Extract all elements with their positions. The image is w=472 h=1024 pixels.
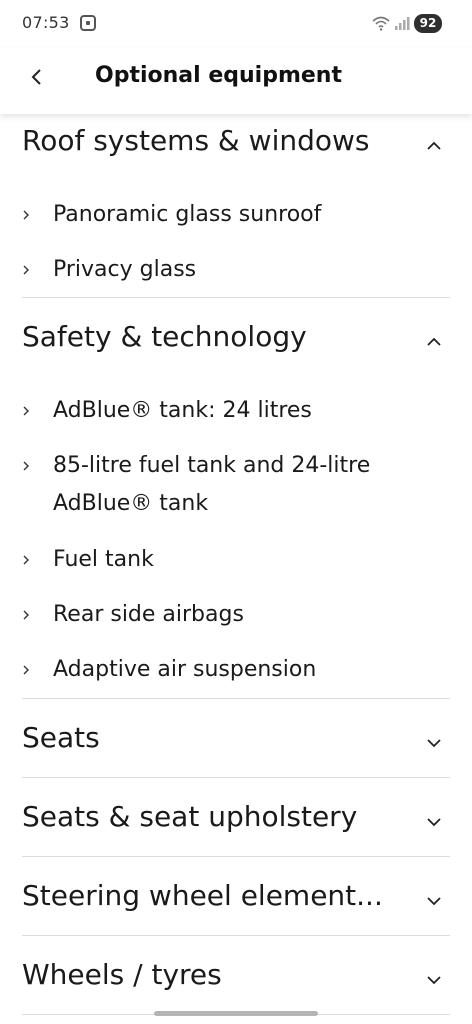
- chevron-right-icon: [23, 406, 29, 416]
- divider: [22, 777, 450, 778]
- wifi-icon: [372, 16, 390, 31]
- section-header-steering-wheel[interactable]: Steering wheel element...: [0, 869, 472, 929]
- divider: [22, 297, 450, 298]
- section-header-seats[interactable]: Seats: [0, 711, 472, 771]
- section-title: Seats: [22, 721, 100, 754]
- chevron-up-icon[interactable]: [420, 132, 448, 160]
- equipment-list[interactable]: Roof systems & windows Panoramic glass s…: [0, 114, 472, 1024]
- chevron-right-icon: [23, 210, 29, 220]
- status-time: 07:53: [22, 13, 70, 32]
- chevron-right-icon: [23, 555, 29, 565]
- chevron-up-icon[interactable]: [420, 328, 448, 356]
- list-item-label: Panoramic glass sunroof: [53, 202, 322, 227]
- section-header-wheels-tyres[interactable]: Wheels / tyres: [0, 948, 472, 1008]
- chevron-right-icon: [23, 610, 29, 620]
- list-item-label: 85-litre fuel tank and 24-litre AdBlue® …: [53, 453, 371, 516]
- screen-record-icon: [80, 15, 96, 31]
- chevron-right-icon: [23, 665, 29, 675]
- chevron-down-icon[interactable]: [420, 966, 448, 994]
- section-title: Wheels / tyres: [22, 958, 222, 991]
- battery-badge: 92: [414, 14, 442, 33]
- list-item-label: Privacy glass: [53, 257, 197, 282]
- divider: [22, 856, 450, 857]
- section-header-roof-systems-windows[interactable]: Roof systems & windows: [0, 114, 472, 174]
- list-item-label: Fuel tank: [53, 547, 154, 572]
- home-indicator[interactable]: [154, 1011, 318, 1016]
- chevron-down-icon[interactable]: [420, 887, 448, 915]
- list-item-label: Adaptive air suspension: [53, 657, 317, 682]
- page-title: Optional equipment: [95, 63, 342, 88]
- back-chevron-icon: [31, 69, 41, 85]
- app-header: Optional equipment: [0, 48, 472, 114]
- divider: [22, 935, 450, 936]
- section-title: Roof systems & windows: [22, 124, 370, 157]
- chevron-right-icon: [23, 265, 29, 275]
- chevron-down-icon[interactable]: [420, 729, 448, 757]
- list-item-label: AdBlue® tank: 24 litres: [53, 398, 312, 423]
- list-item-label: Rear side airbags: [53, 602, 244, 627]
- signal-icon: [395, 17, 410, 30]
- section-header-safety-technology[interactable]: Safety & technology: [0, 310, 472, 370]
- divider: [22, 698, 450, 699]
- section-title: Seats & seat upholstery: [22, 800, 358, 833]
- chevron-right-icon: [23, 461, 29, 471]
- section-title: Safety & technology: [22, 320, 307, 353]
- back-button[interactable]: [20, 60, 54, 94]
- section-title: Steering wheel element...: [22, 879, 383, 912]
- status-bar: 07:53 92: [0, 0, 472, 48]
- section-header-seats-upholstery[interactable]: Seats & seat upholstery: [0, 790, 472, 850]
- chevron-down-icon[interactable]: [420, 808, 448, 836]
